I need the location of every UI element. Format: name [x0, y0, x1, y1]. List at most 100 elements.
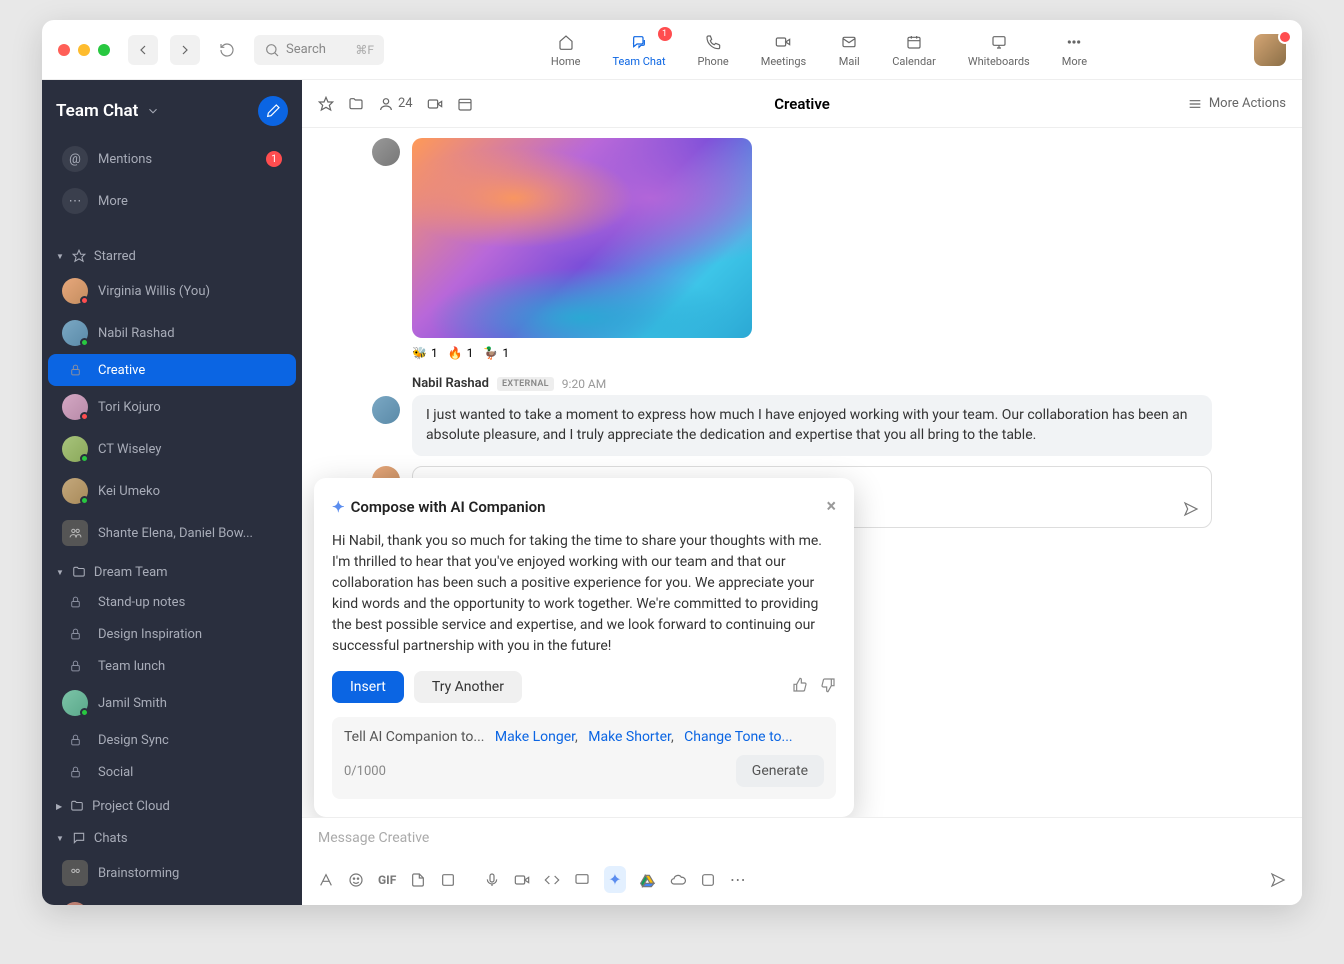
- nav-team-chat[interactable]: Team Chat1: [613, 31, 666, 68]
- chat-icon: [631, 34, 647, 50]
- channel-title: Creative: [774, 95, 830, 113]
- gif-button[interactable]: GIF: [378, 873, 396, 887]
- at-icon: @: [62, 146, 88, 172]
- sidebar-item-creative[interactable]: Creative: [48, 354, 296, 386]
- video-call-button[interactable]: [427, 96, 443, 112]
- folder-icon: [70, 798, 84, 814]
- sidebar-header: Team Chat: [42, 80, 302, 138]
- star-channel-button[interactable]: [318, 96, 334, 112]
- screen-button[interactable]: [574, 872, 590, 888]
- nav-phone[interactable]: Phone: [698, 31, 729, 68]
- search-shortcut: ⌘F: [355, 43, 374, 57]
- nav-whiteboards[interactable]: Whiteboards: [968, 31, 1030, 68]
- section-project-cloud[interactable]: ▶Project Cloud: [42, 788, 302, 820]
- person-icon: [378, 96, 394, 112]
- onedrive-button[interactable]: [670, 872, 686, 888]
- chevron-right-icon: [177, 42, 193, 58]
- reaction-duck[interactable]: 🦆 1: [483, 346, 509, 360]
- message-time: 9:20 AM: [562, 377, 606, 391]
- make-shorter-link[interactable]: Make Shorter: [588, 729, 671, 745]
- section-chats[interactable]: ▼Chats: [42, 820, 302, 852]
- sidebar-item-social[interactable]: Social: [48, 756, 296, 788]
- sidebar-item-sheree[interactable]: Sheree Aubrey: [48, 894, 296, 905]
- sidebar-item-design-insp[interactable]: Design Inspiration: [48, 618, 296, 650]
- composer-input[interactable]: Message Creative: [316, 818, 1288, 858]
- message-body: I just wanted to take a moment to expres…: [412, 395, 1212, 456]
- user-avatar[interactable]: [1254, 34, 1286, 66]
- more-tools-button[interactable]: ⋯: [730, 870, 746, 889]
- change-tone-link[interactable]: Change Tone to...: [684, 729, 792, 745]
- video-icon: [775, 34, 791, 50]
- lock-icon: [69, 362, 82, 378]
- ai-companion-panel: ✦ Compose with AI Companion × Hi Nabil, …: [314, 478, 854, 817]
- thumbs-down-button[interactable]: [820, 677, 836, 697]
- sidebar-item-brainstorm[interactable]: Brainstorming: [48, 852, 296, 894]
- thumbs-up-button[interactable]: [792, 677, 808, 697]
- image-attachment[interactable]: [412, 138, 752, 338]
- history-icon: [219, 42, 235, 58]
- maximize-window-icon[interactable]: [98, 44, 110, 56]
- gdrive-button[interactable]: [640, 872, 656, 888]
- sidebar-item-standup[interactable]: Stand-up notes: [48, 586, 296, 618]
- sidebar-more[interactable]: ⋯More: [48, 180, 296, 222]
- calendar-icon: [457, 96, 473, 112]
- video-button[interactable]: [514, 872, 530, 888]
- nav-calendar[interactable]: Calendar: [892, 31, 936, 68]
- message-text: Nabil Rashad EXTERNAL 9:20 AM I just wan…: [372, 376, 1212, 456]
- sidebar-item-ct[interactable]: CT Wiseley: [48, 428, 296, 470]
- reaction-bee[interactable]: 🐝 1: [412, 346, 438, 360]
- close-button[interactable]: ×: [826, 496, 836, 517]
- message-composer: Message Creative GIF ✦ ⋯: [302, 817, 1302, 905]
- sidebar-item-jamil[interactable]: Jamil Smith: [48, 682, 296, 724]
- file-button[interactable]: [410, 872, 426, 888]
- sidebar-item-virginia[interactable]: Virginia Willis (You): [48, 270, 296, 312]
- ai-footer: Tell AI Companion to... Make Longer, Mak…: [332, 717, 836, 799]
- compose-icon: [265, 103, 281, 119]
- chevron-down-icon[interactable]: [146, 103, 160, 119]
- nav-mail[interactable]: Mail: [838, 31, 860, 68]
- nav-more[interactable]: More: [1062, 31, 1087, 68]
- insert-button[interactable]: Insert: [332, 671, 404, 703]
- sidebar-mentions[interactable]: @Mentions1: [48, 138, 296, 180]
- history-button[interactable]: [212, 35, 242, 65]
- nav-back-button[interactable]: [128, 35, 158, 65]
- screenshot-button[interactable]: [440, 872, 456, 888]
- members-button[interactable]: 24: [378, 96, 413, 112]
- emoji-button[interactable]: [348, 872, 364, 888]
- send-button[interactable]: [1270, 872, 1286, 888]
- video-icon: [427, 96, 443, 112]
- minimize-window-icon[interactable]: [78, 44, 90, 56]
- code-button[interactable]: [544, 872, 560, 888]
- section-dream-team[interactable]: ▼Dream Team: [42, 554, 302, 586]
- folder-button[interactable]: [348, 96, 364, 112]
- sidebar-item-kei[interactable]: Kei Umeko: [48, 470, 296, 512]
- sidebar-item-nabil[interactable]: Nabil Rashad: [48, 312, 296, 354]
- calendar-button[interactable]: [457, 96, 473, 112]
- chat-bubble-icon: [72, 830, 86, 846]
- try-another-button[interactable]: Try Another: [414, 671, 522, 703]
- send-filter-button[interactable]: [1183, 501, 1199, 517]
- ai-button[interactable]: ✦: [604, 866, 625, 893]
- sidebar-item-shante[interactable]: Shante Elena, Daniel Bow...: [48, 512, 296, 554]
- section-starred[interactable]: ▼Starred: [42, 238, 302, 270]
- cloud-icon: [670, 872, 686, 888]
- close-window-icon[interactable]: [58, 44, 70, 56]
- search-input[interactable]: Search ⌘F: [254, 35, 384, 65]
- format-button[interactable]: [318, 872, 334, 888]
- format-icon: [318, 872, 334, 888]
- nav-home[interactable]: Home: [551, 31, 581, 68]
- nav-meetings[interactable]: Meetings: [761, 31, 806, 68]
- sidebar-item-design-sync[interactable]: Design Sync: [48, 724, 296, 756]
- nav-forward-button[interactable]: [170, 35, 200, 65]
- sidebar-item-team-lunch[interactable]: Team lunch: [48, 650, 296, 682]
- make-longer-link[interactable]: Make Longer: [495, 729, 575, 745]
- app-window: Search ⌘F Home Team Chat1 Phone Meetings…: [42, 20, 1302, 905]
- box-button[interactable]: [700, 872, 716, 888]
- sidebar-item-tori[interactable]: Tori Kojuro: [48, 386, 296, 428]
- reaction-fire[interactable]: 🔥 1: [448, 346, 474, 360]
- audio-button[interactable]: [484, 872, 500, 888]
- ai-panel-title: Compose with AI Companion: [351, 498, 546, 516]
- more-actions-button[interactable]: More Actions: [1187, 96, 1286, 112]
- generate-button[interactable]: Generate: [736, 755, 824, 787]
- compose-button[interactable]: [258, 96, 288, 126]
